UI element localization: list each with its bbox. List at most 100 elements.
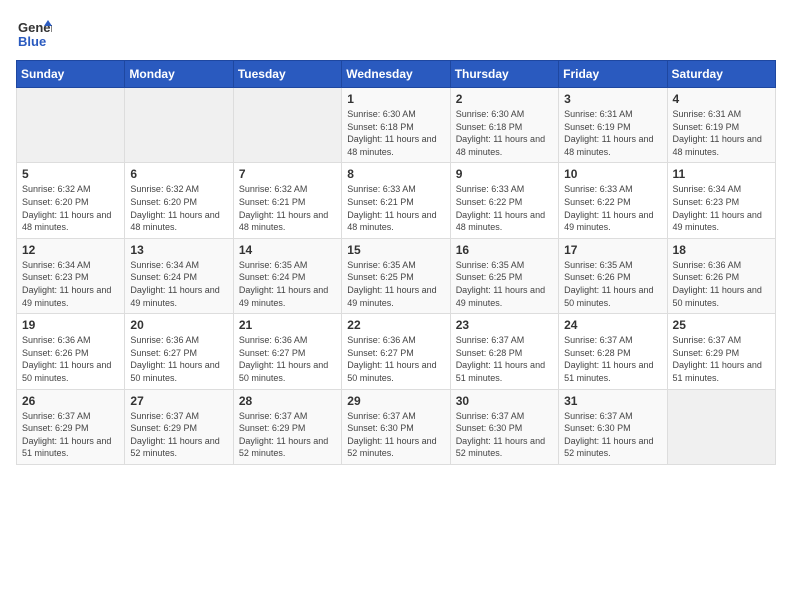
day-info: Sunrise: 6:33 AM Sunset: 6:22 PM Dayligh… — [564, 183, 661, 233]
calendar-cell: 4Sunrise: 6:31 AM Sunset: 6:19 PM Daylig… — [667, 88, 775, 163]
calendar-cell: 11Sunrise: 6:34 AM Sunset: 6:23 PM Dayli… — [667, 163, 775, 238]
day-number: 9 — [456, 167, 553, 181]
day-number: 3 — [564, 92, 661, 106]
day-info: Sunrise: 6:34 AM Sunset: 6:23 PM Dayligh… — [22, 259, 119, 309]
day-number: 18 — [673, 243, 770, 257]
calendar-week-1: 1 Sunrise: 6:30 AM Sunset: 6:18 PM Daylig… — [17, 88, 776, 163]
day-info: Sunrise: 6:36 AM Sunset: 6:26 PM Dayligh… — [673, 259, 770, 309]
calendar-cell: 9 Sunrise: 6:33 AM Sunset: 6:22 PM Daylig… — [450, 163, 558, 238]
weekday-header-friday: Friday — [559, 61, 667, 88]
calendar-cell: 14 Sunrise: 6:35 AM Sunset: 6:24 PM Dayli… — [233, 238, 341, 313]
day-info: Sunrise: 6:37 AM Sunset: 6:30 PM Dayligh… — [347, 410, 444, 460]
day-number: 7 — [239, 167, 336, 181]
calendar-cell: 20 Sunrise: 6:36 AM Sunset: 6:27 PM Dayli… — [125, 314, 233, 389]
day-number: 30 — [456, 394, 553, 408]
day-number: 16 — [456, 243, 553, 257]
calendar-cell: 23Sunrise: 6:37 AM Sunset: 6:28 PM Dayli… — [450, 314, 558, 389]
day-info: Sunrise: 6:35 AM Sunset: 6:26 PM Dayligh… — [564, 259, 661, 309]
day-info: Sunrise: 6:37 AM Sunset: 6:28 PM Dayligh… — [456, 334, 553, 384]
day-info: Sunrise: 6:32 AM Sunset: 6:20 PM Dayligh… — [22, 183, 119, 233]
day-number: 26 — [22, 394, 119, 408]
page-header: General Blue — [16, 16, 776, 52]
day-info: Sunrise: 6:36 AM Sunset: 6:26 PM Dayligh… — [22, 334, 119, 384]
logo: General Blue — [16, 16, 52, 52]
calendar-cell: 8 Sunrise: 6:33 AM Sunset: 6:21 PM Daylig… — [342, 163, 450, 238]
day-number: 4 — [673, 92, 770, 106]
calendar-body: 1 Sunrise: 6:30 AM Sunset: 6:18 PM Daylig… — [17, 88, 776, 465]
calendar-table: SundayMondayTuesdayWednesdayThursdayFrid… — [16, 60, 776, 465]
day-info: Sunrise: 6:33 AM Sunset: 6:22 PM Dayligh… — [456, 183, 553, 233]
day-number: 28 — [239, 394, 336, 408]
calendar-cell: 10Sunrise: 6:33 AM Sunset: 6:22 PM Dayli… — [559, 163, 667, 238]
day-info: Sunrise: 6:35 AM Sunset: 6:25 PM Dayligh… — [456, 259, 553, 309]
day-info: Sunrise: 6:37 AM Sunset: 6:29 PM Dayligh… — [239, 410, 336, 460]
day-info: Sunrise: 6:37 AM Sunset: 6:29 PM Dayligh… — [130, 410, 227, 460]
day-info: Sunrise: 6:34 AM Sunset: 6:24 PM Dayligh… — [130, 259, 227, 309]
day-number: 6 — [130, 167, 227, 181]
day-number: 22 — [347, 318, 444, 332]
calendar-cell: 31Sunrise: 6:37 AM Sunset: 6:30 PM Dayli… — [559, 389, 667, 464]
calendar-cell: 17 Sunrise: 6:35 AM Sunset: 6:26 PM Dayli… — [559, 238, 667, 313]
calendar-week-4: 19 Sunrise: 6:36 AM Sunset: 6:26 PM Dayli… — [17, 314, 776, 389]
weekday-header-wednesday: Wednesday — [342, 61, 450, 88]
weekday-header-thursday: Thursday — [450, 61, 558, 88]
day-number: 15 — [347, 243, 444, 257]
calendar-cell — [233, 88, 341, 163]
day-info: Sunrise: 6:35 AM Sunset: 6:24 PM Dayligh… — [239, 259, 336, 309]
day-number: 25 — [673, 318, 770, 332]
day-number: 8 — [347, 167, 444, 181]
calendar-cell: 29 Sunrise: 6:37 AM Sunset: 6:30 PM Dayli… — [342, 389, 450, 464]
weekday-header-monday: Monday — [125, 61, 233, 88]
calendar-cell: 7 Sunrise: 6:32 AM Sunset: 6:21 PM Daylig… — [233, 163, 341, 238]
day-number: 27 — [130, 394, 227, 408]
calendar-cell — [125, 88, 233, 163]
calendar-week-3: 12 Sunrise: 6:34 AM Sunset: 6:23 PM Dayli… — [17, 238, 776, 313]
calendar-cell: 15 Sunrise: 6:35 AM Sunset: 6:25 PM Dayli… — [342, 238, 450, 313]
day-info: Sunrise: 6:35 AM Sunset: 6:25 PM Dayligh… — [347, 259, 444, 309]
calendar-cell: 12 Sunrise: 6:34 AM Sunset: 6:23 PM Dayli… — [17, 238, 125, 313]
day-info: Sunrise: 6:37 AM Sunset: 6:28 PM Dayligh… — [564, 334, 661, 384]
calendar-cell: 5Sunrise: 6:32 AM Sunset: 6:20 PM Daylig… — [17, 163, 125, 238]
day-number: 19 — [22, 318, 119, 332]
day-info: Sunrise: 6:37 AM Sunset: 6:30 PM Dayligh… — [456, 410, 553, 460]
day-info: Sunrise: 6:31 AM Sunset: 6:19 PM Dayligh… — [564, 108, 661, 158]
day-info: Sunrise: 6:36 AM Sunset: 6:27 PM Dayligh… — [239, 334, 336, 384]
svg-text:Blue: Blue — [18, 34, 46, 49]
logo-icon: General Blue — [16, 16, 52, 52]
day-number: 13 — [130, 243, 227, 257]
day-number: 17 — [564, 243, 661, 257]
calendar-cell: 24 Sunrise: 6:37 AM Sunset: 6:28 PM Dayli… — [559, 314, 667, 389]
day-number: 12 — [22, 243, 119, 257]
calendar-cell: 6 Sunrise: 6:32 AM Sunset: 6:20 PM Daylig… — [125, 163, 233, 238]
calendar-week-2: 5Sunrise: 6:32 AM Sunset: 6:20 PM Daylig… — [17, 163, 776, 238]
day-number: 29 — [347, 394, 444, 408]
day-number: 31 — [564, 394, 661, 408]
calendar-cell: 16 Sunrise: 6:35 AM Sunset: 6:25 PM Dayli… — [450, 238, 558, 313]
calendar-cell: 18 Sunrise: 6:36 AM Sunset: 6:26 PM Dayli… — [667, 238, 775, 313]
calendar-cell: 25Sunrise: 6:37 AM Sunset: 6:29 PM Dayli… — [667, 314, 775, 389]
calendar-cell: 13 Sunrise: 6:34 AM Sunset: 6:24 PM Dayli… — [125, 238, 233, 313]
day-number: 20 — [130, 318, 227, 332]
day-info: Sunrise: 6:32 AM Sunset: 6:21 PM Dayligh… — [239, 183, 336, 233]
calendar-cell: 28 Sunrise: 6:37 AM Sunset: 6:29 PM Dayli… — [233, 389, 341, 464]
day-info: Sunrise: 6:36 AM Sunset: 6:27 PM Dayligh… — [130, 334, 227, 384]
weekday-header-saturday: Saturday — [667, 61, 775, 88]
day-number: 14 — [239, 243, 336, 257]
day-number: 1 — [347, 92, 444, 106]
calendar-week-5: 26 Sunrise: 6:37 AM Sunset: 6:29 PM Dayli… — [17, 389, 776, 464]
day-info: Sunrise: 6:30 AM Sunset: 6:18 PM Dayligh… — [456, 108, 553, 158]
day-info: Sunrise: 6:36 AM Sunset: 6:27 PM Dayligh… — [347, 334, 444, 384]
day-info: Sunrise: 6:37 AM Sunset: 6:29 PM Dayligh… — [22, 410, 119, 460]
day-info: Sunrise: 6:33 AM Sunset: 6:21 PM Dayligh… — [347, 183, 444, 233]
calendar-cell: 3 Sunrise: 6:31 AM Sunset: 6:19 PM Daylig… — [559, 88, 667, 163]
calendar-cell: 22 Sunrise: 6:36 AM Sunset: 6:27 PM Dayli… — [342, 314, 450, 389]
day-number: 24 — [564, 318, 661, 332]
weekday-header-sunday: Sunday — [17, 61, 125, 88]
calendar-cell: 19 Sunrise: 6:36 AM Sunset: 6:26 PM Dayli… — [17, 314, 125, 389]
day-info: Sunrise: 6:32 AM Sunset: 6:20 PM Dayligh… — [130, 183, 227, 233]
calendar-cell: 26 Sunrise: 6:37 AM Sunset: 6:29 PM Dayli… — [17, 389, 125, 464]
day-info: Sunrise: 6:34 AM Sunset: 6:23 PM Dayligh… — [673, 183, 770, 233]
calendar-cell — [17, 88, 125, 163]
calendar-cell: 27 Sunrise: 6:37 AM Sunset: 6:29 PM Dayli… — [125, 389, 233, 464]
day-info: Sunrise: 6:30 AM Sunset: 6:18 PM Dayligh… — [347, 108, 444, 158]
